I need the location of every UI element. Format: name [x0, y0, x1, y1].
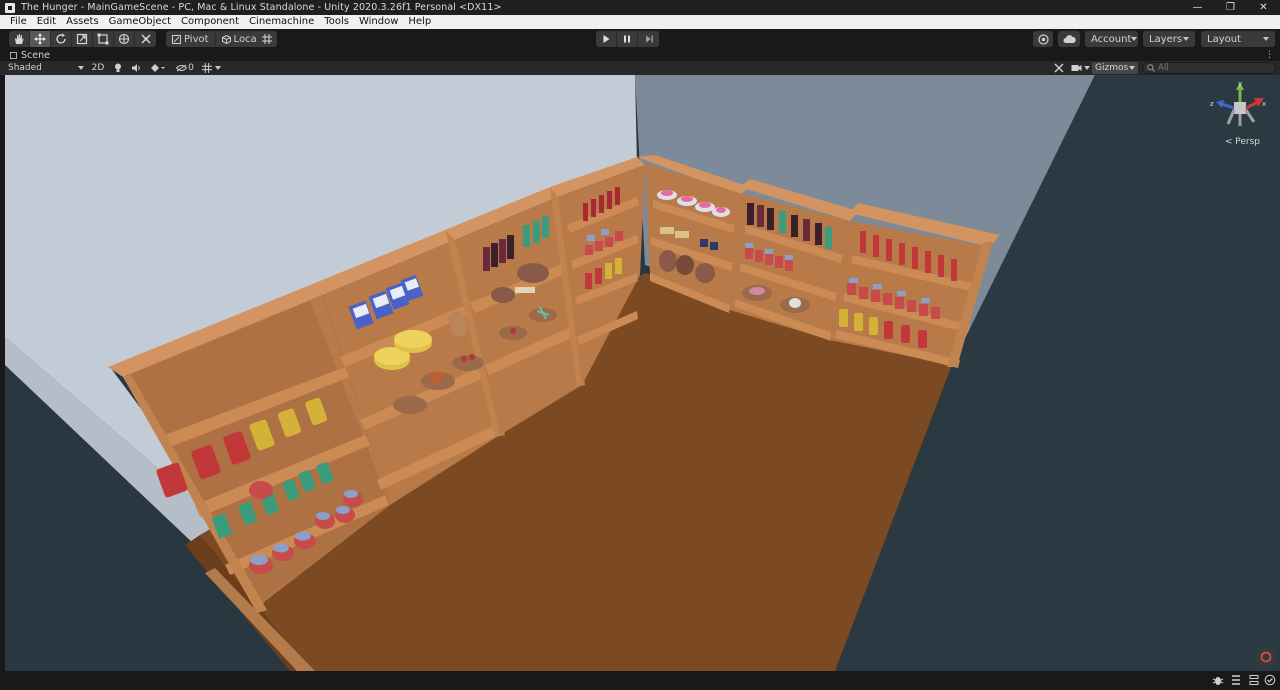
- camera-settings-dropdown[interactable]: [1069, 62, 1091, 74]
- scene-tab-bar: Scene ⋮: [0, 49, 1280, 61]
- pivot-toggle[interactable]: Pivot: [166, 31, 216, 47]
- hidden-objects-toggle[interactable]: 0: [174, 62, 196, 74]
- menu-file[interactable]: File: [5, 15, 32, 29]
- chevron-down-icon: [1131, 37, 1138, 41]
- menu-assets[interactable]: Assets: [61, 15, 104, 29]
- gizmos-dropdown[interactable]: Gizmos: [1092, 62, 1138, 74]
- gizmo-z-label: z: [1210, 100, 1214, 108]
- scene-render: [5, 75, 1280, 671]
- pivot-local-group: Pivot Local: [166, 31, 267, 47]
- menu-bar: File Edit Assets GameObject Component Ci…: [0, 15, 1280, 29]
- menu-edit[interactable]: Edit: [32, 15, 61, 29]
- progress-icon[interactable]: [1230, 674, 1242, 686]
- grid-toggle[interactable]: [199, 62, 223, 74]
- tab-scene[interactable]: Scene: [6, 49, 76, 61]
- chevron-down-icon: [1083, 66, 1090, 70]
- scene-tab-label: Scene: [21, 49, 50, 61]
- search-icon: [1147, 64, 1155, 72]
- lighting-toggle-icon[interactable]: [112, 62, 124, 74]
- audio-toggle-icon[interactable]: [130, 62, 142, 74]
- chevron-down-icon: [1183, 37, 1189, 41]
- layout-dropdown[interactable]: Layout: [1201, 31, 1275, 47]
- rotate-tool-icon[interactable]: [51, 31, 72, 47]
- gizmo-y-label: y: [1238, 80, 1242, 88]
- shading-mode-dropdown[interactable]: Shaded: [8, 62, 84, 74]
- grid-snap-icon[interactable]: [256, 31, 277, 47]
- shading-mode-label: Shaded: [8, 63, 42, 73]
- menu-window[interactable]: Window: [354, 15, 403, 29]
- transform-tools: [9, 31, 156, 47]
- hand-tool-icon[interactable]: [9, 31, 30, 47]
- scene-hash-icon: [10, 51, 17, 59]
- search-input[interactable]: [1158, 63, 1268, 73]
- camera-icon: [1071, 65, 1081, 71]
- effects-toggle-icon[interactable]: [148, 62, 168, 74]
- menu-gameobject[interactable]: GameObject: [104, 15, 176, 29]
- chevron-down-icon: [1263, 37, 1269, 41]
- pivot-label: Pivot: [184, 33, 209, 45]
- check-circle-icon[interactable]: [1264, 674, 1276, 686]
- gizmos-label: Gizmos: [1095, 63, 1129, 73]
- cloud-icon[interactable]: [1058, 31, 1080, 47]
- play-icon[interactable]: [596, 31, 617, 47]
- scene-view-toolbar: Shaded 2D 0 Gizmos: [0, 61, 1280, 75]
- window-title-bar: The Hunger - MainGameScene - PC, Mac & L…: [0, 0, 1280, 15]
- grid-snap-group: [256, 31, 277, 47]
- chevron-down-icon: [78, 66, 84, 70]
- menu-help[interactable]: Help: [403, 15, 436, 29]
- bug-icon[interactable]: [1212, 674, 1224, 686]
- chevron-down-icon: [214, 66, 221, 70]
- custom-tool-icon[interactable]: [135, 31, 156, 47]
- restore-icon[interactable]: ❐: [1214, 0, 1247, 15]
- eye-slash-icon: [176, 64, 188, 72]
- menu-tools[interactable]: Tools: [319, 15, 354, 29]
- close-icon[interactable]: ✕: [1247, 0, 1280, 15]
- account-label: Account: [1091, 33, 1132, 45]
- scene-search: [1142, 62, 1276, 74]
- window-title: The Hunger - MainGameScene - PC, Mac & L…: [21, 2, 502, 13]
- move-tool-icon[interactable]: [30, 31, 51, 47]
- menu-component[interactable]: Component: [176, 15, 244, 29]
- pivot-icon: [172, 34, 181, 44]
- gizmo-x-label: x: [1262, 100, 1266, 108]
- account-dropdown[interactable]: Account: [1085, 31, 1138, 47]
- collab-icon[interactable]: [1033, 31, 1053, 47]
- scale-tool-icon[interactable]: [72, 31, 93, 47]
- menu-cinemachine[interactable]: Cinemachine: [244, 15, 319, 29]
- chevron-down-icon: [1129, 66, 1135, 70]
- hidden-count: 0: [188, 63, 194, 73]
- scene-viewport[interactable]: y z x < Persp: [5, 75, 1280, 671]
- layout-label: Layout: [1207, 33, 1241, 45]
- cache-server-icon[interactable]: [1248, 674, 1260, 686]
- unity-logo-icon: [5, 2, 15, 13]
- main-toolbar: Pivot Local Account Layers Layout: [0, 29, 1280, 49]
- layers-label: Layers: [1149, 33, 1183, 45]
- grid-icon: [201, 63, 212, 73]
- local-cube-icon: [221, 34, 231, 44]
- minimize-icon[interactable]: —: [1181, 0, 1214, 15]
- persp-label[interactable]: < Persp: [1225, 137, 1260, 147]
- transform-tool-icon[interactable]: [114, 31, 135, 47]
- play-controls: [596, 31, 659, 47]
- rect-tool-icon[interactable]: [93, 31, 114, 47]
- pause-icon[interactable]: [617, 31, 638, 47]
- layers-dropdown[interactable]: Layers: [1143, 31, 1195, 47]
- toggle-2d-label: 2D: [91, 63, 105, 73]
- kebab-menu-icon[interactable]: ⋮: [1265, 50, 1274, 60]
- auto-refresh-icon[interactable]: [1257, 648, 1275, 666]
- step-icon[interactable]: [638, 31, 659, 47]
- status-bar: [0, 671, 1280, 690]
- tools-icon[interactable]: [1052, 62, 1066, 74]
- toggle-2d-button[interactable]: 2D: [90, 62, 106, 74]
